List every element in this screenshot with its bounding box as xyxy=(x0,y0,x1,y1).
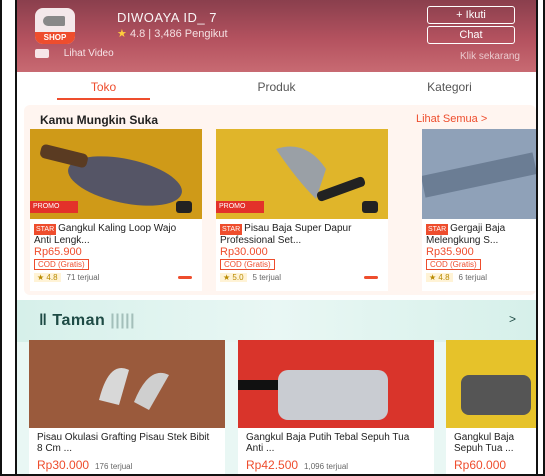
star-tag: STAR xyxy=(220,224,243,235)
collection-title: ‖ Taman ||||| xyxy=(39,312,136,329)
more-icon[interactable] xyxy=(364,276,378,279)
store-rating: 4.8 xyxy=(129,28,146,40)
cod-label: COD (Gratis) xyxy=(34,259,89,270)
product-price: Rp30.000 176 terjual xyxy=(37,458,133,472)
video-play-icon xyxy=(176,201,192,213)
product-name: STAR Gangkul Kaling Loop Wajo Anti Lengk.… xyxy=(34,223,194,246)
knife-icon xyxy=(43,16,65,26)
store-header: SHOP DIWOAYA ID_ 7 ★ 4.8 | 3,486 Pengiku… xyxy=(17,0,536,72)
product-title: Gangkul Baja Putih Tebal Sepuh Tua Anti … xyxy=(246,432,410,454)
app-frame: SHOP DIWOAYA ID_ 7 ★ 4.8 | 3,486 Pengiku… xyxy=(0,0,545,476)
collection-card[interactable]: Gangkul Baja Sepuh Tua ... Rp60.000 xyxy=(446,340,536,474)
product-title: Pisau Okulasi Grafting Pisau Stek Bibit … xyxy=(37,432,210,454)
product-price: Rp35.900 xyxy=(426,246,474,258)
cod-label: COD (Gratis) xyxy=(426,259,481,270)
product-image xyxy=(422,129,536,219)
star-tag: STAR xyxy=(426,224,449,235)
product-meta: ★ 4.8 6 terjual xyxy=(426,273,487,282)
chat-button[interactable]: Chat xyxy=(427,26,515,44)
product-price: Rp42.500 1,096 terjual xyxy=(246,458,349,472)
product-image xyxy=(446,340,536,428)
tab-toko[interactable]: Toko xyxy=(17,72,190,102)
product-meta: ★ 4.8 71 terjual xyxy=(34,273,99,282)
recommend-title: Kamu Mungkin Suka xyxy=(40,113,159,127)
product-image: PROMO xyxy=(216,129,388,219)
product-price: Rp30.000 xyxy=(220,246,268,258)
collection-card[interactable]: Pisau Okulasi Grafting Pisau Stek Bibit … xyxy=(29,340,225,474)
product-card[interactable]: PROMO STAR Gangkul Kaling Loop Wajo Anti … xyxy=(30,129,202,291)
product-price: Rp60.000 xyxy=(454,458,507,472)
star-tag: STAR xyxy=(34,224,57,235)
collection-band[interactable]: ‖ Taman ||||| > xyxy=(17,300,536,342)
video-play-icon xyxy=(362,201,378,213)
store-meta: ★ 4.8 | 3,486 Pengikut xyxy=(117,27,228,40)
star-icon: ★ xyxy=(117,28,127,40)
chevron-right-icon[interactable]: > xyxy=(509,312,516,326)
product-name: STAR Gergaji Baja Melengkung S... xyxy=(426,223,532,246)
tab-kategori[interactable]: Kategori xyxy=(363,72,536,102)
rating-badge: ★ 4.8 xyxy=(426,273,453,282)
sold-count: 71 terjual xyxy=(66,273,100,282)
collection-card[interactable]: Gangkul Baja Putih Tebal Sepuh Tua Anti … xyxy=(238,340,434,474)
store-name[interactable]: DIWOAYA ID_ 7 xyxy=(117,10,217,25)
video-label: Lihat Video xyxy=(63,48,114,59)
sold-count: 176 terjual xyxy=(95,462,133,471)
product-meta: ★ 5.0 5 terjual xyxy=(220,273,281,282)
video-hint: Klik sekarang xyxy=(459,51,520,62)
sold-count: 6 terjual xyxy=(458,273,487,282)
rating-badge: ★ 4.8 xyxy=(34,273,61,282)
tab-produk[interactable]: Produk xyxy=(190,72,363,102)
store-logo[interactable]: SHOP xyxy=(35,8,75,44)
product-image: PROMO xyxy=(30,129,202,219)
product-card[interactable]: PROMO STAR Pisau Baja Super Dapur Profess… xyxy=(216,129,388,291)
promo-badge: PROMO xyxy=(30,201,78,213)
sold-count: 1,096 terjual xyxy=(304,462,349,471)
sold-count: 5 terjual xyxy=(252,273,281,282)
more-icon[interactable] xyxy=(178,276,192,279)
product-card[interactable]: STAR Gergaji Baja Melengkung S... Rp35.90… xyxy=(422,129,536,291)
product-title: Gangkul Baja Sepuh Tua ... xyxy=(454,432,515,454)
video-bar[interactable]: Lihat Video Klik sekarang xyxy=(35,48,530,66)
store-tabs: Toko Produk Kategori xyxy=(17,72,536,102)
logo-tag: SHOP xyxy=(35,32,75,44)
product-price: Rp65.900 xyxy=(34,246,82,258)
product-image xyxy=(29,340,225,428)
recommend-section: Kamu Mungkin Suka Lihat Semua > PROMO ST… xyxy=(24,105,536,295)
product-name: STAR Pisau Baja Super Dapur Professional … xyxy=(220,223,380,246)
rating-badge: ★ 5.0 xyxy=(220,273,247,282)
store-followers: 3,486 Pengikut xyxy=(154,28,228,40)
promo-badge: PROMO xyxy=(216,201,264,213)
cod-label: COD (Gratis) xyxy=(220,259,275,270)
right-border xyxy=(536,0,538,474)
product-image xyxy=(238,340,434,428)
see-all-link[interactable]: Lihat Semua > xyxy=(416,113,487,125)
follow-button[interactable]: + Ikuti xyxy=(427,6,515,24)
video-icon xyxy=(35,48,49,58)
